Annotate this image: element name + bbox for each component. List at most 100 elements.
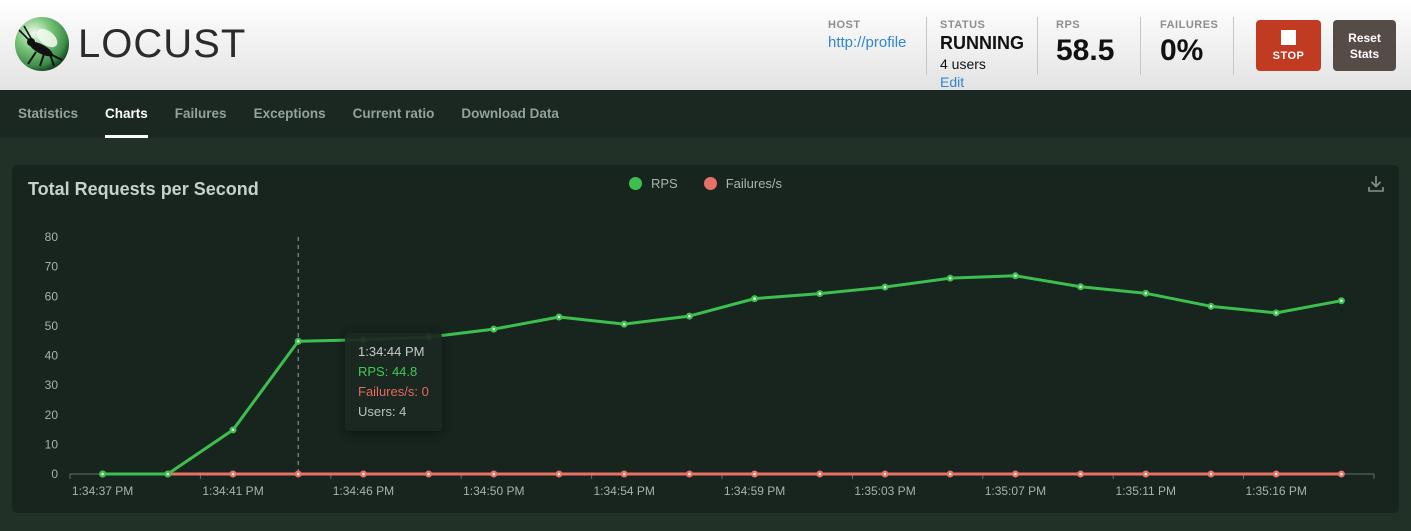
x-tick-label: 1:35:16 PM: [1246, 484, 1307, 498]
data-point-center: [1079, 473, 1082, 476]
rps-chart-panel: 0 10 20 30 40 50 60 70 80 1:34:37 PM 1:34:41 PM 1:3…: [12, 165, 1399, 513]
main-nav: Statistics Charts Failures Exceptions Cu…: [0, 90, 1411, 138]
status-users: 4 users: [940, 56, 1024, 72]
legend-label: RPS: [651, 176, 678, 191]
data-point-center: [362, 338, 365, 341]
y-tick-label: 30: [45, 378, 59, 392]
y-tick-label: 70: [45, 260, 59, 274]
data-point-center: [949, 473, 952, 476]
data-point-center: [232, 473, 235, 476]
data-point-center: [753, 297, 756, 300]
edit-link[interactable]: Edit: [940, 74, 1024, 90]
data-point-center: [167, 473, 170, 476]
status-label: STATUS: [940, 19, 1024, 31]
data-point-center: [819, 473, 822, 476]
divider: [1140, 17, 1141, 75]
data-point-center: [1340, 473, 1343, 476]
x-tick-label: 1:35:03 PM: [854, 484, 915, 498]
locust-logo-icon: [14, 16, 70, 72]
y-tick-label: 0: [51, 467, 58, 481]
legend-dot: [629, 177, 642, 190]
x-tick-label: 1:35:11 PM: [1116, 484, 1176, 498]
data-point-center: [297, 340, 300, 343]
app-header: LOCUST HOST http://profile STATUS RUNNIN…: [0, 0, 1411, 90]
rps-label: RPS: [1056, 19, 1114, 31]
y-tick-label: 80: [45, 230, 59, 244]
data-point-center: [1275, 473, 1278, 476]
data-point-center: [101, 473, 104, 476]
data-point-center: [949, 277, 952, 280]
data-point-center: [362, 473, 365, 476]
stop-square-icon: [1281, 30, 1296, 45]
failures-value: 0%: [1160, 34, 1218, 68]
legend-label: Failures/s: [726, 176, 782, 191]
data-point-center: [623, 473, 626, 476]
data-point-center: [558, 316, 561, 319]
data-point-center: [232, 429, 235, 432]
data-point-center: [1210, 305, 1213, 308]
y-tick-label: 50: [45, 319, 59, 333]
data-point-center: [427, 473, 430, 476]
data-point-center: [297, 473, 300, 476]
failures-block: FAILURES 0%: [1160, 19, 1218, 68]
data-point-center: [1340, 299, 1343, 302]
y-tick-label: 20: [45, 408, 59, 422]
tab-download-data[interactable]: Download Data: [461, 90, 559, 138]
data-point-center: [427, 336, 430, 339]
data-point-center: [688, 473, 691, 476]
data-point-center: [623, 323, 626, 326]
stop-button-label: STOP: [1273, 50, 1305, 62]
x-tick-label: 1:34:59 PM: [724, 484, 785, 498]
y-tick-label: 40: [45, 349, 59, 363]
data-point-center: [1014, 275, 1017, 278]
x-tick-label: 1:34:50 PM: [463, 484, 524, 498]
x-tick-label: 1:34:37 PM: [72, 484, 133, 498]
data-point-center: [558, 473, 561, 476]
tab-failures[interactable]: Failures: [175, 90, 227, 138]
tab-statistics[interactable]: Statistics: [18, 90, 78, 138]
chart-title: Total Requests per Second: [28, 179, 259, 200]
data-point-center: [493, 328, 496, 331]
tab-charts[interactable]: Charts: [105, 90, 148, 138]
data-point-center: [1145, 473, 1148, 476]
host-label: HOST: [828, 19, 906, 31]
legend-item-rps[interactable]: RPS: [629, 176, 678, 191]
y-tick-label: 60: [45, 289, 59, 303]
reset-stats-button[interactable]: Reset Stats: [1333, 20, 1396, 71]
host-link[interactable]: http://profile: [828, 34, 906, 51]
divider: [1037, 17, 1038, 75]
stop-button[interactable]: STOP: [1256, 20, 1321, 71]
divider: [926, 17, 927, 75]
rps-block: RPS 58.5: [1056, 19, 1114, 68]
data-point-center: [493, 473, 496, 476]
data-point-center: [884, 286, 887, 289]
y-tick-label: 10: [45, 437, 59, 451]
x-tick-label: 1:34:46 PM: [333, 484, 394, 498]
legend-item-failures[interactable]: Failures/s: [704, 176, 782, 191]
charts-page: 0 10 20 30 40 50 60 70 80 1:34:37 PM 1:34:41 PM 1:3…: [0, 138, 1411, 531]
failures-label: FAILURES: [1160, 19, 1218, 31]
data-point-center: [1079, 285, 1082, 288]
divider: [1233, 17, 1234, 75]
data-point-center: [1210, 473, 1213, 476]
data-point-center: [1275, 312, 1278, 315]
status-value: RUNNING: [940, 33, 1024, 54]
rps-value: 58.5: [1056, 34, 1114, 68]
data-point-center: [884, 473, 887, 476]
tab-exceptions[interactable]: Exceptions: [254, 90, 326, 138]
legend-dot: [704, 177, 717, 190]
status-block: STATUS RUNNING 4 users Edit: [940, 19, 1024, 90]
download-icon[interactable]: [1365, 173, 1387, 195]
x-tick-label: 1:35:07 PM: [985, 484, 1046, 498]
tab-current-ratio[interactable]: Current ratio: [353, 90, 435, 138]
app-title: LOCUST: [78, 22, 246, 67]
data-point-center: [688, 315, 691, 318]
locust-logo: LOCUST: [14, 16, 246, 72]
x-tick-label: 1:34:54 PM: [594, 484, 655, 498]
data-point-center: [1014, 473, 1017, 476]
data-point-center: [1145, 292, 1148, 295]
rps-chart[interactable]: 0 10 20 30 40 50 60 70 80 1:34:37 PM 1:34:41 PM 1:3…: [12, 165, 1399, 513]
data-point-center: [819, 292, 822, 295]
x-tick-label: 1:34:41 PM: [202, 484, 263, 498]
series-line-rps: [103, 276, 1342, 474]
